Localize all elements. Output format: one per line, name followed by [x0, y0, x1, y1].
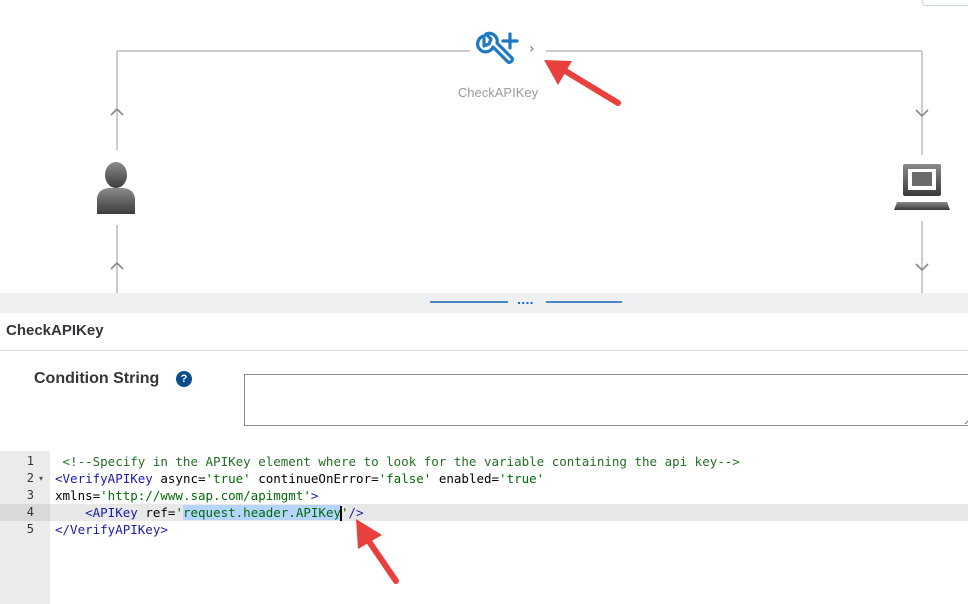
gutter-cell: 1	[0, 453, 50, 470]
line-number: 5	[26, 522, 34, 536]
splitter-line	[546, 301, 622, 303]
xml-code-editor[interactable]: 1 <!--Specify in the APIKey element wher…	[0, 451, 968, 604]
gutter-cell: 5	[0, 521, 50, 538]
code-line[interactable]: 5 </VerifyAPIKey>	[0, 521, 968, 538]
condition-string-label: Condition String	[34, 370, 160, 387]
code-token: continueOnError=	[250, 471, 379, 486]
details-title: CheckAPIKey	[6, 322, 104, 339]
code-line[interactable]: 3 xmlns='http://www.sap.com/apimgmt'>	[0, 487, 968, 504]
code-line[interactable]: 1 <!--Specify in the APIKey element wher…	[0, 453, 968, 470]
splitter-line	[430, 301, 508, 303]
line-number: 1	[26, 454, 34, 468]
selected-text: request.header.APIKey	[182, 505, 342, 520]
code-token: xmlns=	[55, 488, 101, 503]
line-number: 3	[26, 488, 34, 502]
flow-diagram: › CheckAPIKey	[0, 0, 968, 293]
code-text[interactable]: <APIKey ref='request.header.APIKey'/>	[55, 504, 364, 521]
code-token: />	[348, 505, 364, 520]
code-token: 'http://www.sap.com/apimgmt'	[100, 488, 311, 503]
chevron-right-icon[interactable]: ›	[529, 41, 535, 57]
pane-splitter[interactable]: ....	[0, 293, 968, 313]
code-token: </VerifyAPIKey>	[55, 522, 168, 537]
code-token: >	[310, 488, 319, 503]
user-icon	[92, 160, 140, 216]
code-token: 'false'	[378, 471, 432, 486]
policy-label[interactable]: CheckAPIKey	[440, 85, 556, 100]
divider	[0, 350, 968, 351]
code-token: 'true'	[499, 471, 545, 486]
code-text[interactable]: xmlns='http://www.sap.com/apimgmt'>	[55, 487, 318, 504]
help-icon[interactable]: ?	[176, 371, 192, 387]
code-line[interactable]: 4 <APIKey ref='request.header.APIKey'/>	[0, 504, 968, 521]
code-text[interactable]: <!--Specify in the APIKey element where …	[55, 453, 740, 470]
gutter-cell: 2 ▾	[0, 470, 50, 487]
gutter-cell: 4	[0, 504, 50, 521]
code-token: <VerifyAPIKey	[55, 471, 153, 486]
policy-editor-screen: › CheckAPIKey .... CheckAPIKey Condition…	[0, 0, 968, 604]
splitter-grip-icon[interactable]: ....	[517, 294, 534, 307]
code-line[interactable]: 2 ▾ <VerifyAPIKey async='true' continueOnE…	[0, 470, 968, 487]
line-number: 4	[26, 505, 34, 519]
code-token: ref=	[137, 505, 176, 520]
code-token: async=	[152, 471, 206, 486]
laptop-icon	[893, 162, 951, 214]
code-token: '	[341, 505, 349, 520]
wrench-plus-icon[interactable]	[474, 30, 522, 72]
code-token: 'true'	[205, 471, 251, 486]
code-token: enabled=	[431, 471, 500, 486]
code-token: <APIKey	[55, 505, 138, 520]
line-number: 2	[26, 471, 34, 485]
code-token: '	[175, 505, 183, 520]
code-token: <!--Specify in the APIKey element where …	[55, 454, 740, 469]
code-text[interactable]: <VerifyAPIKey async='true' continueOnErr…	[55, 470, 544, 487]
gutter-cell: 3	[0, 487, 50, 504]
code-text[interactable]: </VerifyAPIKey>	[55, 521, 168, 538]
condition-string-input[interactable]	[244, 374, 968, 426]
fold-toggle-icon[interactable]: ▾	[39, 470, 43, 487]
